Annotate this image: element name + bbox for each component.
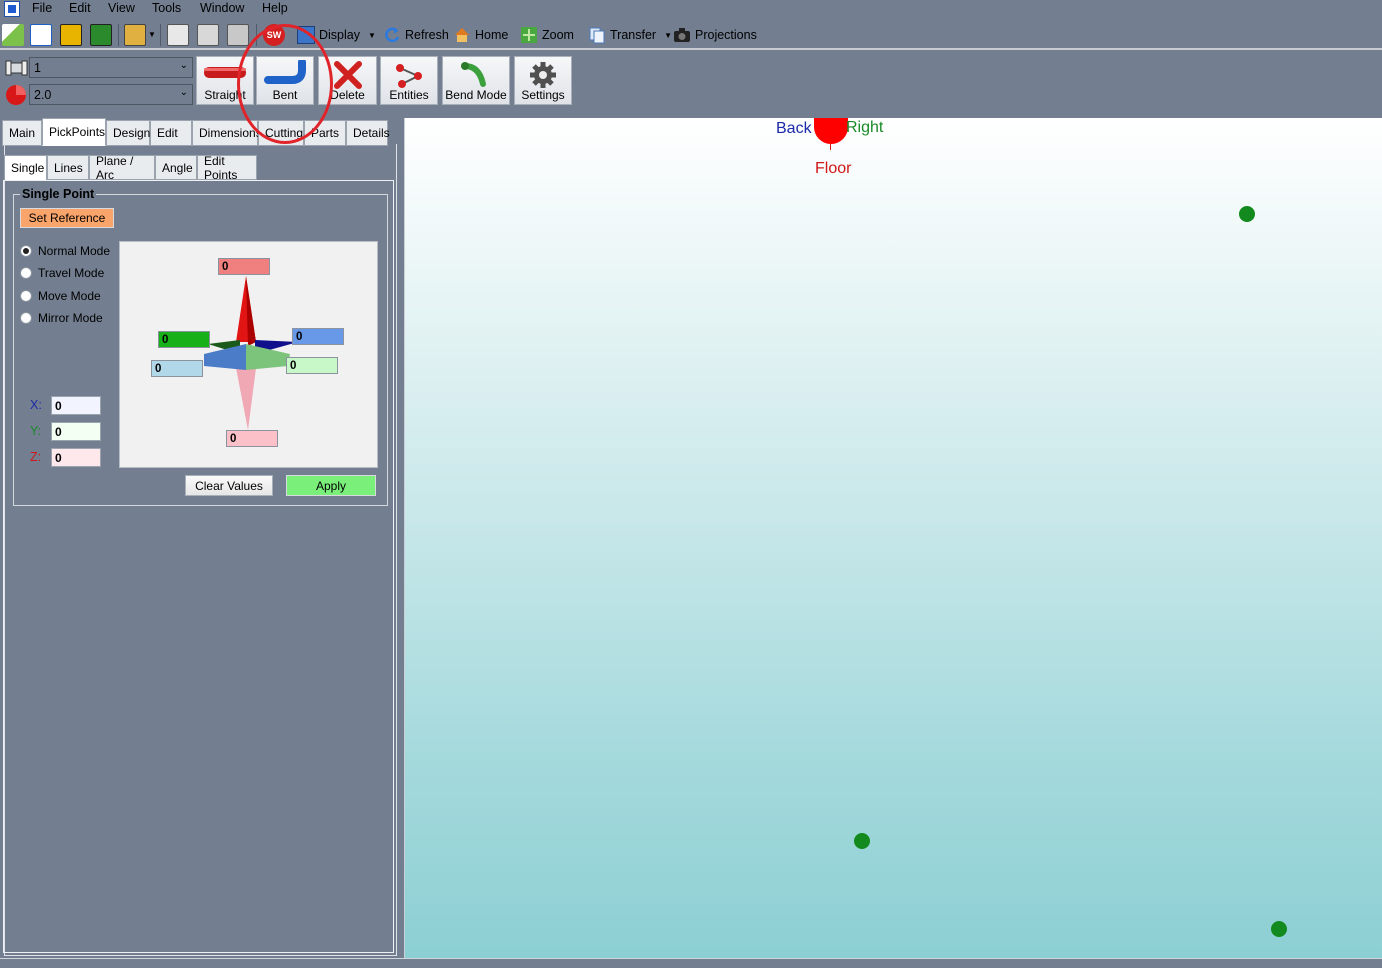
mirror-mode-radio[interactable]: Mirror Mode (20, 311, 103, 325)
clear-values-button[interactable]: Clear Values (185, 475, 273, 496)
pick-point[interactable] (1239, 206, 1255, 222)
orientation-axis (830, 144, 831, 150)
printer-icon[interactable] (197, 24, 219, 46)
home-icon (455, 28, 469, 42)
move-mode-radio[interactable]: Move Mode (20, 289, 101, 303)
refresh-button[interactable]: Refresh (383, 26, 449, 44)
tab-dimensions[interactable]: Dimensions (192, 120, 262, 146)
zoom-icon (521, 27, 537, 43)
menu-view[interactable]: View (108, 1, 135, 15)
up-value-field[interactable]: 0 (218, 258, 270, 275)
image-icon[interactable] (60, 24, 82, 46)
group-title: Single Point (20, 187, 97, 201)
3d-viewport[interactable]: Back Right Floor (404, 118, 1382, 958)
toolbar-divider (0, 48, 1382, 50)
settings-button[interactable]: Settings (514, 56, 572, 105)
status-bar (0, 958, 1382, 968)
direction-gizmo[interactable]: 0 0 0 0 0 0 (119, 241, 378, 468)
radio-dot (20, 290, 32, 302)
menu-tools[interactable]: Tools (152, 1, 181, 15)
menu-help[interactable]: Help (262, 1, 288, 15)
y-label: Y: (30, 424, 42, 438)
bend-mode-button[interactable]: Bend Mode (442, 56, 510, 105)
tab-edit-points[interactable]: Edit Points (197, 154, 257, 182)
right-label: Right (846, 119, 884, 136)
orientation-sphere[interactable] (814, 118, 848, 144)
entities-button[interactable]: Entities (380, 56, 438, 105)
tab-single[interactable]: Single (4, 155, 47, 181)
left-lower-value-field[interactable]: 0 (151, 360, 203, 377)
print-settings-icon[interactable] (227, 24, 249, 46)
tab-plane-arc[interactable]: Plane / Arc (89, 154, 155, 182)
toolbar-separator (118, 24, 119, 46)
z-label: Z: (30, 450, 42, 464)
annotation-circle (237, 24, 333, 144)
transfer-button[interactable]: Transfer ▼ (588, 26, 672, 44)
transfer-icon (589, 27, 605, 44)
radio-dot (20, 312, 32, 324)
x-label: X: (30, 398, 42, 412)
menu-bar: File Edit View Tools Window Help (0, 0, 1382, 18)
pick-point[interactable] (854, 833, 870, 849)
floor-label: Floor (815, 160, 852, 177)
new-file-icon[interactable] (2, 24, 24, 46)
right-upper-value-field[interactable]: 0 (292, 328, 344, 345)
back-label: Back (776, 120, 812, 137)
chevron-down-icon[interactable]: ▼ (148, 30, 156, 39)
chevron-down-icon: ⌄ (179, 60, 188, 71)
down-value-field[interactable]: 0 (226, 430, 278, 447)
toolbar-separator (160, 24, 161, 46)
delete-icon (333, 61, 362, 89)
pipe-select[interactable]: 1 ⌄ (29, 57, 193, 78)
menu-edit[interactable]: Edit (69, 1, 91, 15)
normal-mode-radio[interactable]: Normal Mode (20, 244, 110, 258)
zoom-button[interactable]: Zoom (520, 26, 574, 44)
set-reference-button[interactable]: Set Reference (20, 208, 114, 228)
open-model-icon[interactable] (30, 24, 52, 46)
tab-main[interactable]: Main (2, 120, 42, 146)
main-tabs: Main PickPoints Design Edit Dimensions C… (2, 118, 390, 146)
export-icon[interactable] (124, 24, 146, 46)
pick-point[interactable] (1271, 921, 1287, 937)
tab-details[interactable]: Details (346, 120, 390, 146)
tab-edit[interactable]: Edit (150, 120, 192, 146)
radio-dot (20, 245, 32, 257)
projections-button[interactable]: Projections (673, 26, 757, 44)
menu-file[interactable]: File (32, 1, 52, 15)
menu-window[interactable]: Window (200, 1, 244, 15)
print-preview-icon[interactable] (167, 24, 189, 46)
camera-icon (674, 28, 690, 42)
z-input[interactable]: 0 (51, 448, 101, 467)
chevron-down-icon: ⌄ (179, 87, 188, 98)
travel-mode-radio[interactable]: Travel Mode (20, 266, 104, 280)
chevron-down-icon: ▼ (368, 30, 376, 40)
tab-pickpoints[interactable]: PickPoints (42, 118, 106, 146)
pipe-icon (5, 60, 28, 76)
entities-icon (396, 64, 422, 88)
chevron-down-icon: ▼ (664, 30, 672, 40)
bend-radius-icon (6, 85, 26, 105)
tools-icon[interactable] (90, 24, 112, 46)
left-upper-value-field[interactable]: 0 (158, 331, 210, 348)
radius-select[interactable]: 2.0 ⌄ (29, 84, 193, 105)
x-input[interactable]: 0 (51, 396, 101, 415)
radio-dot (20, 267, 32, 279)
tab-design[interactable]: Design (106, 120, 150, 146)
refresh-icon (385, 27, 400, 43)
tab-angle[interactable]: Angle (155, 155, 197, 180)
right-lower-value-field[interactable]: 0 (286, 357, 338, 374)
gear-icon (530, 62, 556, 88)
sub-tabs: Single Lines Plane / Arc Angle Edit Poin… (4, 154, 257, 182)
tab-lines[interactable]: Lines (47, 155, 89, 180)
y-input[interactable]: 0 (51, 422, 101, 441)
bend-mode-icon (461, 62, 486, 87)
app-icon (4, 1, 20, 17)
apply-button[interactable]: Apply (286, 475, 376, 496)
home-button[interactable]: Home (453, 26, 508, 44)
